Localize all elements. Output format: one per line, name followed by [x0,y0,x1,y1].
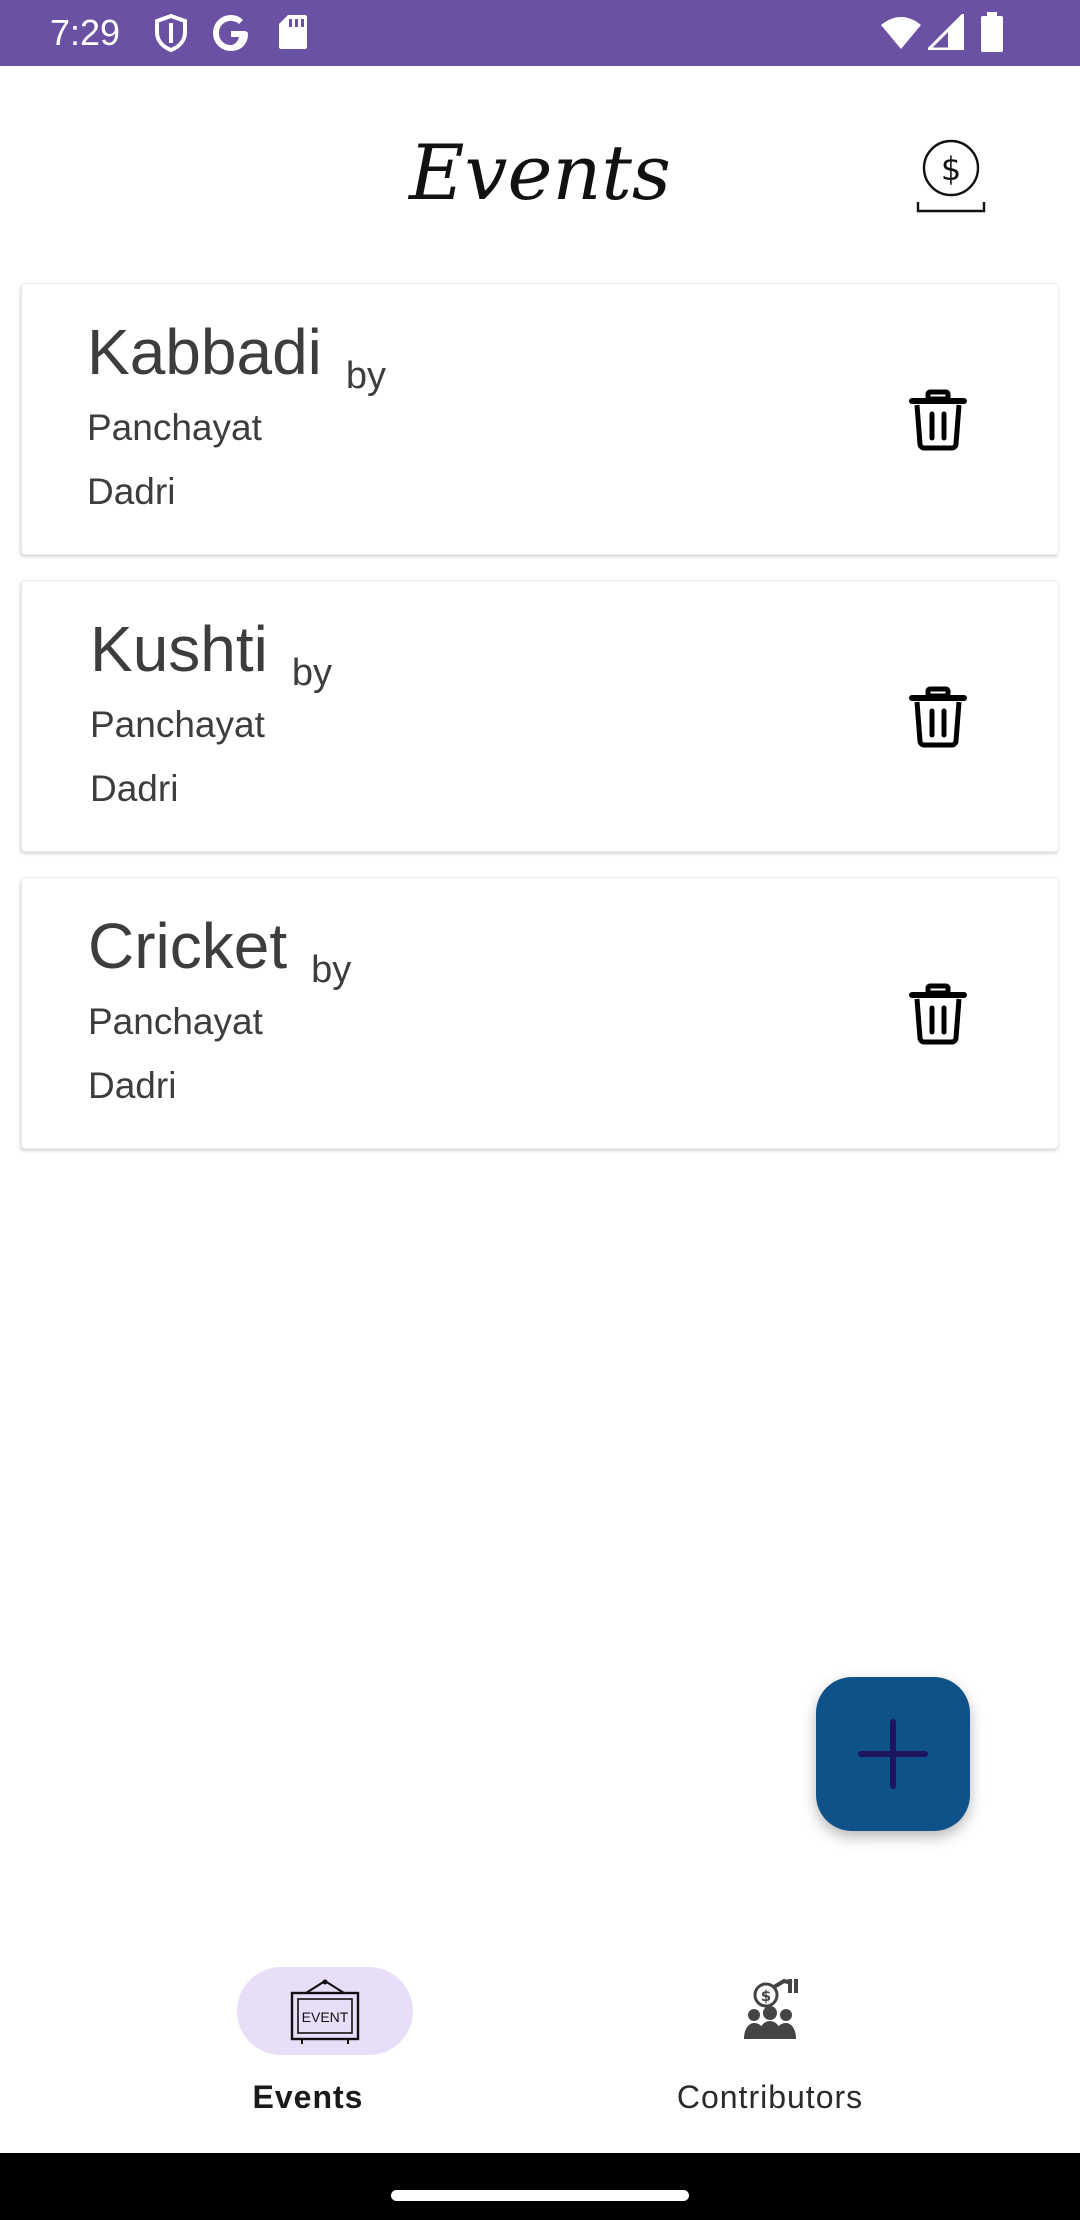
trash-icon [906,686,970,753]
svg-text:$: $ [941,150,961,188]
system-navigation-bar [0,2153,1080,2220]
event-by-label: by [311,949,352,991]
add-event-button[interactable] [816,1677,970,1831]
svg-text:$: $ [761,1987,771,2005]
event-title: Cricket by [88,910,351,1006]
google-g-icon [212,14,250,57]
event-by-label: by [345,355,387,397]
nav-item-contributors[interactable]: $ Contributors [500,1935,1040,2153]
delete-event-button[interactable] [906,685,970,749]
status-time: 7:29 [50,12,121,53]
shield-icon [154,13,188,57]
battery-icon [980,12,1004,57]
trash-icon [906,389,970,456]
event-organizer-line2: Dadri [87,471,176,512]
bottom-navigation: EVENT Events $ Contributors [0,1935,1080,2153]
event-organizer-line1: Panchayat [87,407,262,448]
event-sign-icon: EVENT [280,1979,370,2050]
sd-card-icon [278,14,308,55]
event-organizer-line2: Dadri [90,768,179,809]
nav-label-contributors: Contributors [676,2079,864,2115]
contributors-icon: $ [740,1977,800,2048]
delete-event-button[interactable] [906,388,970,452]
nav-label-events: Events [252,2079,364,2115]
event-name: Kushti [90,613,268,685]
wifi-icon [880,16,922,55]
home-gesture-handle[interactable] [391,2190,689,2201]
status-bar: 7:29 [0,0,1080,66]
money-bag-icon: $ [914,139,988,220]
event-card-cricket[interactable]: Cricket by Panchayat Dadri [21,877,1059,1149]
event-by-label: by [291,652,333,694]
event-organizer-line1: Panchayat [90,704,265,745]
event-organizer-line2: Dadri [88,1065,177,1106]
event-organizer-line1: Panchayat [88,1001,263,1042]
event-title: Kushti by [90,613,332,709]
cellular-signal-icon [925,11,965,55]
money-bag-button[interactable]: $ [914,136,988,216]
event-card-kabbadi[interactable]: Kabbadi by Panchayat Dadri [21,283,1059,555]
trash-icon [906,983,970,1050]
event-card-kushti[interactable]: Kushti by Panchayat Dadri [21,580,1059,852]
event-name: Kabbadi [87,316,322,388]
event-title: Kabbadi by [87,316,386,412]
event-sign-icon-text: EVENT [302,2009,349,2025]
event-name: Cricket [88,910,288,982]
events-screen: 7:29 Events $ Kabbadi by Panchayat Dadri… [0,0,1080,2220]
app-header: Events $ [0,66,1080,266]
nav-item-events[interactable]: EVENT Events [38,1935,578,2153]
delete-event-button[interactable] [906,982,970,1046]
